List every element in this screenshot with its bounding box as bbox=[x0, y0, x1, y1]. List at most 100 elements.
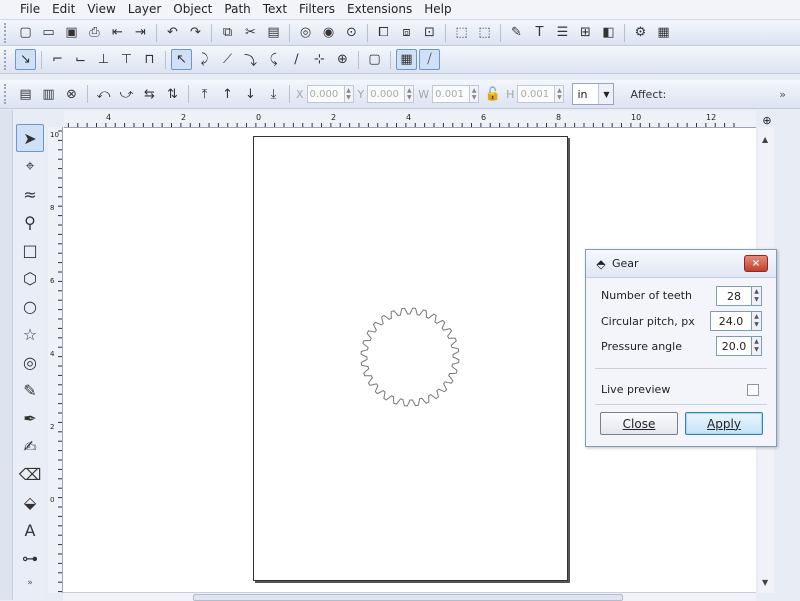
menu-edit[interactable]: Edit bbox=[46, 0, 81, 19]
lower-bottom-icon[interactable]: ⤓ bbox=[263, 84, 284, 105]
zoom-selection-icon[interactable]: ◎ bbox=[295, 22, 316, 43]
pen-tool[interactable]: ✒ bbox=[16, 404, 44, 432]
fill-stroke-icon[interactable]: ◧ bbox=[598, 22, 619, 43]
snap-enable-icon[interactable]: ↘ bbox=[15, 49, 36, 70]
toolbar-grip[interactable] bbox=[4, 49, 10, 70]
connector-tool[interactable]: ⊶ bbox=[16, 544, 44, 572]
lock-icon[interactable]: 🔓 bbox=[482, 84, 503, 105]
snap-guide-icon[interactable]: ⧸ bbox=[419, 49, 440, 70]
snap-object-center-icon[interactable]: ⊹ bbox=[309, 49, 330, 70]
text-tool[interactable]: A bbox=[16, 516, 44, 544]
toolbar-grip[interactable] bbox=[4, 84, 10, 104]
duplicate-icon[interactable]: ⧠ bbox=[373, 22, 394, 43]
toolbar-overflow-icon[interactable]: » bbox=[779, 88, 786, 101]
toolbar-grip[interactable] bbox=[4, 22, 10, 43]
menu-extensions[interactable]: Extensions bbox=[341, 0, 418, 19]
scroll-up-icon[interactable]: ▲ bbox=[762, 135, 768, 144]
star-tool[interactable]: ☆ bbox=[16, 320, 44, 348]
apply-button[interactable]: Apply bbox=[685, 412, 763, 435]
document-properties-icon[interactable]: ▦ bbox=[653, 22, 674, 43]
clone-icon[interactable]: ⧈ bbox=[396, 22, 417, 43]
menu-file[interactable]: File bbox=[0, 0, 46, 19]
coord-x-stepper[interactable]: ▲ ▼ bbox=[344, 85, 354, 103]
coord-h-stepper[interactable]: ▲ ▼ bbox=[555, 85, 565, 103]
coord-w-input[interactable] bbox=[432, 85, 471, 103]
snap-bbox-icon[interactable]: ⌐ bbox=[47, 49, 68, 70]
menu-layer[interactable]: Layer bbox=[122, 0, 167, 19]
snap-bbox-corner-icon[interactable]: ⊥ bbox=[93, 49, 114, 70]
layers-icon[interactable]: ☰ bbox=[552, 22, 573, 43]
pencil-tool[interactable]: ✎ bbox=[16, 376, 44, 404]
menu-help[interactable]: Help bbox=[418, 0, 457, 19]
dialog-titlebar[interactable]: ⬘ Gear × bbox=[586, 250, 776, 278]
rotate-ccw-icon[interactable]: ⤺ bbox=[93, 84, 114, 105]
vertical-ruler[interactable]: 10 8 6 4 2 0 bbox=[48, 127, 63, 593]
spiral-tool[interactable]: ◎ bbox=[16, 348, 44, 376]
pitch-input[interactable]: 24.0 bbox=[710, 311, 752, 331]
gear-outline[interactable] bbox=[360, 307, 460, 407]
gear-shape[interactable] bbox=[254, 137, 567, 580]
open-icon[interactable]: ▭ bbox=[38, 22, 59, 43]
undo-icon[interactable]: ↶ bbox=[162, 22, 183, 43]
rotate-cw-icon[interactable]: ⤻ bbox=[116, 84, 137, 105]
preferences-icon[interactable]: ⚙ bbox=[630, 22, 651, 43]
deselect-icon[interactable]: ⊗ bbox=[61, 84, 82, 105]
scroll-down-icon[interactable]: ▼ bbox=[762, 578, 768, 587]
snap-rotation-center-icon[interactable]: ⊕ bbox=[332, 49, 353, 70]
eraser-tool[interactable]: ⌫ bbox=[16, 460, 44, 488]
chevron-down-icon[interactable]: ▼ bbox=[598, 84, 614, 104]
zoom-tool[interactable]: ⚲ bbox=[16, 208, 44, 236]
node-tool[interactable]: ⌖ bbox=[16, 152, 44, 180]
horizontal-ruler[interactable]: 4 2 0 2 4 6 8 10 12 bbox=[64, 111, 756, 128]
snap-page-border-icon[interactable]: ▢ bbox=[364, 49, 385, 70]
dialog-close-icon[interactable]: × bbox=[744, 255, 768, 272]
snap-midpoint-icon[interactable]: ∕ bbox=[286, 49, 307, 70]
snap-path-icon[interactable]: ⤸ bbox=[194, 49, 215, 70]
new-doc-icon[interactable]: ▢ bbox=[15, 22, 36, 43]
redo-icon[interactable]: ↷ bbox=[185, 22, 206, 43]
unit-select[interactable]: in ▼ bbox=[572, 83, 615, 105]
angle-input[interactable]: 20.0 bbox=[716, 336, 752, 356]
align-icon[interactable]: ⊞ bbox=[575, 22, 596, 43]
coord-h-input[interactable] bbox=[517, 85, 556, 103]
live-preview-checkbox[interactable] bbox=[747, 384, 759, 396]
zoom-drawing-icon[interactable]: ◉ bbox=[318, 22, 339, 43]
raise-top-icon[interactable]: ⤒ bbox=[194, 84, 215, 105]
snap-path-intersect-icon[interactable]: ⟋ bbox=[217, 49, 238, 70]
xml-editor-icon[interactable]: ✎ bbox=[506, 22, 527, 43]
teeth-spinbox[interactable]: 28 ▲ ▼ bbox=[716, 286, 762, 306]
menu-path[interactable]: Path bbox=[218, 0, 256, 19]
lower-icon[interactable]: ↓ bbox=[240, 84, 261, 105]
menu-view[interactable]: View bbox=[81, 0, 121, 19]
raise-icon[interactable]: ↑ bbox=[217, 84, 238, 105]
angle-stepper[interactable]: ▲ ▼ bbox=[752, 336, 762, 356]
calligraphy-tool[interactable]: ✍ bbox=[16, 432, 44, 460]
flip-horizontal-icon[interactable]: ⇆ bbox=[139, 84, 160, 105]
paste-icon[interactable]: ▤ bbox=[263, 22, 284, 43]
snap-bbox-edge-icon[interactable]: ⌙ bbox=[70, 49, 91, 70]
ellipse-tool[interactable]: ○ bbox=[16, 292, 44, 320]
snap-cusp-node-icon[interactable]: ⤵ bbox=[240, 49, 261, 70]
coord-w-stepper[interactable]: ▲ ▼ bbox=[470, 85, 480, 103]
toolbox-overflow-icon[interactable]: » bbox=[14, 578, 46, 588]
group-icon[interactable]: ⬚ bbox=[451, 22, 472, 43]
selector-tool[interactable]: ➤ bbox=[16, 124, 44, 152]
unlink-clone-icon[interactable]: ⊡ bbox=[419, 22, 440, 43]
menu-object[interactable]: Object bbox=[167, 0, 218, 19]
teeth-stepper[interactable]: ▲ ▼ bbox=[752, 286, 762, 306]
close-button[interactable]: Close bbox=[600, 412, 678, 435]
import-icon[interactable]: ⇤ bbox=[107, 22, 128, 43]
menu-filters[interactable]: Filters bbox=[293, 0, 341, 19]
coord-y-stepper[interactable]: ▲ ▼ bbox=[405, 85, 415, 103]
menu-text[interactable]: Text bbox=[257, 0, 293, 19]
paint-bucket-tool[interactable]: ⬙ bbox=[16, 488, 44, 516]
pitch-spinbox[interactable]: 24.0 ▲ ▼ bbox=[710, 311, 762, 331]
rectangle-tool[interactable]: □ bbox=[16, 236, 44, 264]
3d-box-tool[interactable]: ⬡ bbox=[16, 264, 44, 292]
snap-grid-icon[interactable]: ▦ bbox=[396, 49, 417, 70]
coord-y-input[interactable] bbox=[367, 85, 406, 103]
snap-nodes-icon[interactable]: ↖ bbox=[171, 49, 192, 70]
text-font-icon[interactable]: T bbox=[529, 22, 550, 43]
zoom-page-icon[interactable]: ⊙ bbox=[341, 22, 362, 43]
coord-x-input[interactable] bbox=[306, 85, 345, 103]
